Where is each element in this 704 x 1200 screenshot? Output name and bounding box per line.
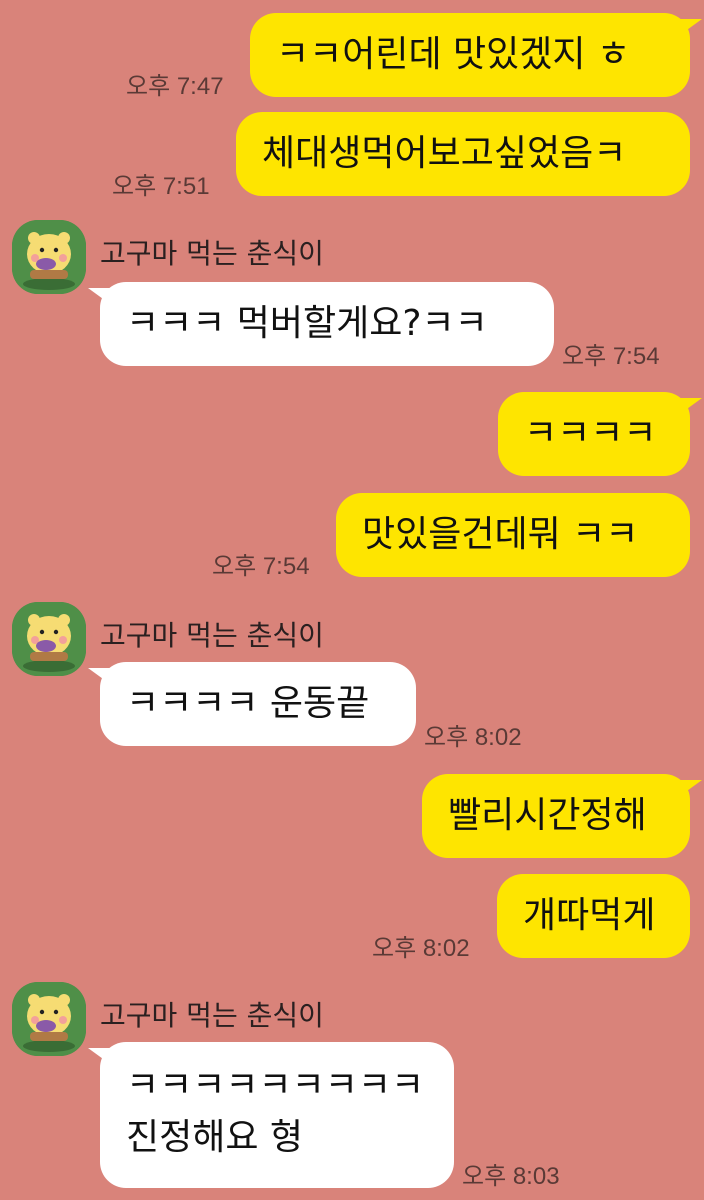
contact-name: 고구마 먹는 춘식이 bbox=[100, 237, 324, 270]
my-message-bubble[interactable]: 빨리시간정해 bbox=[422, 774, 702, 858]
chunsik-avatar-icon bbox=[12, 982, 86, 1056]
message-time: 오후 8:02 bbox=[424, 724, 522, 751]
my-message-bubble[interactable]: 맛있을건데뭐 ㅋㅋ bbox=[336, 493, 690, 577]
my-message-bubble[interactable]: ㅋㅋㅋㅋ bbox=[498, 392, 702, 476]
chat-room: 오후 7:47 ㅋㅋ어린데 맛있겠지 ㅎ 오후 7:51 체대생먹어보고싶었음ㅋ… bbox=[0, 0, 704, 1200]
my-message-bubble[interactable]: 체대생먹어보고싶었음ㅋ bbox=[236, 112, 690, 196]
their-message-bubble[interactable]: ㅋㅋㅋ 먹버할게요?ㅋㅋ bbox=[88, 282, 554, 366]
message-time: 오후 7:54 bbox=[212, 553, 310, 580]
my-message-bubble[interactable]: 개따먹게 bbox=[497, 874, 690, 958]
contact-avatar[interactable] bbox=[12, 220, 86, 294]
my-message-bubble[interactable]: ㅋㅋ어린데 맛있겠지 ㅎ bbox=[250, 13, 702, 97]
contact-avatar[interactable] bbox=[12, 602, 86, 676]
message-time: 오후 8:02 bbox=[372, 935, 470, 962]
chunsik-avatar-icon bbox=[12, 602, 86, 676]
their-message-bubble[interactable]: ㅋㅋㅋㅋㅋㅋㅋㅋㅋ 진정해요 형 bbox=[88, 1042, 454, 1188]
their-message-bubble[interactable]: ㅋㅋㅋㅋ 운동끝 bbox=[88, 662, 416, 746]
contact-name: 고구마 먹는 춘식이 bbox=[100, 619, 324, 652]
message-time: 오후 7:54 bbox=[562, 343, 660, 370]
contact-name: 고구마 먹는 춘식이 bbox=[100, 999, 324, 1032]
chunsik-avatar-icon bbox=[12, 220, 86, 294]
message-time: 오후 7:47 bbox=[126, 73, 224, 100]
contact-avatar[interactable] bbox=[12, 982, 86, 1056]
message-time: 오후 7:51 bbox=[112, 173, 210, 200]
message-time: 오후 8:03 bbox=[462, 1163, 560, 1190]
